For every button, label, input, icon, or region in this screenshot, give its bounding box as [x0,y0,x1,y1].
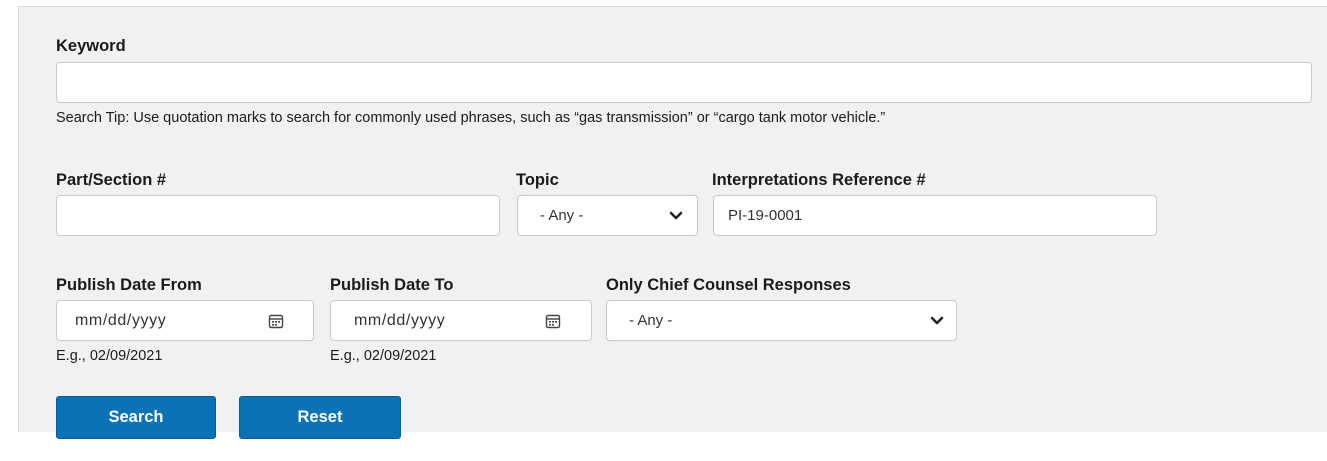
topic-select[interactable]: - Any - [517,195,698,236]
publish-from-hint: E.g., 02/09/2021 [56,348,163,364]
publish-to-label: Publish Date To [330,276,454,294]
chief-counsel-select[interactable]: - Any - [606,300,957,341]
reference-input[interactable] [713,195,1157,236]
reference-label: Interpretations Reference # [712,171,926,189]
publish-to-hint: E.g., 02/09/2021 [330,348,437,364]
chevron-down-icon [669,211,683,220]
keyword-input[interactable] [56,62,1312,103]
publish-to-input[interactable]: mm/dd/yyyy [330,300,592,341]
search-form-panel: Keyword Search Tip: Use quotation marks … [18,6,1327,439]
publish-to-placeholder: mm/dd/yyyy [354,311,446,329]
chief-counsel-label: Only Chief Counsel Responses [606,276,851,294]
reset-button[interactable]: Reset [239,396,401,439]
keyword-label: Keyword [56,37,126,55]
part-section-label: Part/Section # [56,171,167,189]
search-tip: Search Tip: Use quotation marks to searc… [56,110,886,126]
publish-from-label: Publish Date From [56,276,202,294]
search-button[interactable]: Search [56,396,216,439]
publish-from-input[interactable]: mm/dd/yyyy [56,300,314,341]
topic-label: Topic [516,171,559,189]
calendar-icon[interactable] [268,313,284,329]
calendar-icon[interactable] [545,313,561,329]
publish-from-placeholder: mm/dd/yyyy [75,311,167,329]
topic-selected-value: - Any - [540,207,584,224]
part-section-input[interactable] [56,195,500,236]
chevron-down-icon [930,316,944,325]
chief-counsel-selected-value: - Any - [629,312,673,329]
